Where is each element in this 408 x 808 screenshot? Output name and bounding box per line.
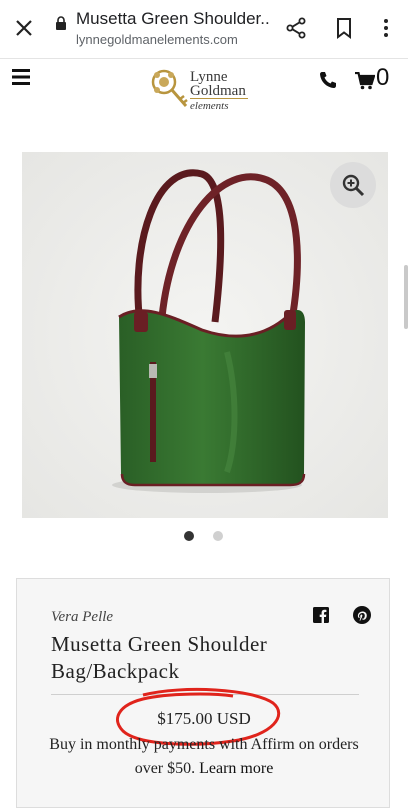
learn-more-link[interactable]: Learn more <box>199 760 273 777</box>
hamburger-menu-icon[interactable] <box>12 68 32 86</box>
cart-icon[interactable] <box>355 72 375 90</box>
bag-illustration <box>22 152 388 518</box>
lock-icon <box>56 16 66 30</box>
gallery-dot-1[interactable] <box>184 531 194 541</box>
product-brand[interactable]: Vera Pelle <box>51 609 113 626</box>
page-url[interactable]: lynnegoldmanelements.com <box>76 32 276 47</box>
product-title-line-2: Bag/Backpack <box>51 659 180 683</box>
zoom-button[interactable] <box>330 162 376 208</box>
logo-line-2: Goldman <box>190 83 246 99</box>
browser-toolbar: Musetta Green Shoulder... lynnegoldmanel… <box>0 0 408 59</box>
gallery-pagination <box>184 531 232 543</box>
site-header: Lynne Goldman elements 0 <box>0 58 408 128</box>
zoom-in-icon <box>342 174 365 197</box>
phone-icon[interactable] <box>318 70 338 90</box>
product-info-card: Vera Pelle Musetta Green Shoulder Bag/Ba… <box>16 578 390 808</box>
facebook-icon[interactable] <box>313 607 329 623</box>
affirm-financing-text: Buy in monthly payments with Affirm on o… <box>47 733 361 781</box>
more-vertical-icon[interactable] <box>374 16 398 40</box>
bookmark-icon[interactable] <box>332 16 356 40</box>
product-title: Musetta Green Shoulder Bag/Backpack <box>51 631 351 685</box>
close-icon[interactable] <box>12 16 36 40</box>
product-title-line-1: Musetta Green Shoulder <box>51 632 268 656</box>
product-image[interactable] <box>22 152 388 518</box>
page-title: Musetta Green Shoulder... <box>76 9 271 28</box>
scrollbar[interactable] <box>404 265 408 329</box>
pinterest-icon[interactable] <box>353 606 371 624</box>
logo-line-3: elements <box>190 98 248 113</box>
logo-key-icon <box>151 69 188 107</box>
site-logo[interactable]: Lynne Goldman elements <box>150 68 260 116</box>
logo-line-1: Lynne <box>190 69 228 85</box>
product-price: $175.00 USD <box>157 709 251 728</box>
share-icon[interactable] <box>284 16 308 40</box>
gallery-dot-2[interactable] <box>213 531 223 541</box>
cart-count[interactable]: 0 <box>376 64 389 92</box>
logo-text: Lynne Goldman elements <box>190 70 248 113</box>
